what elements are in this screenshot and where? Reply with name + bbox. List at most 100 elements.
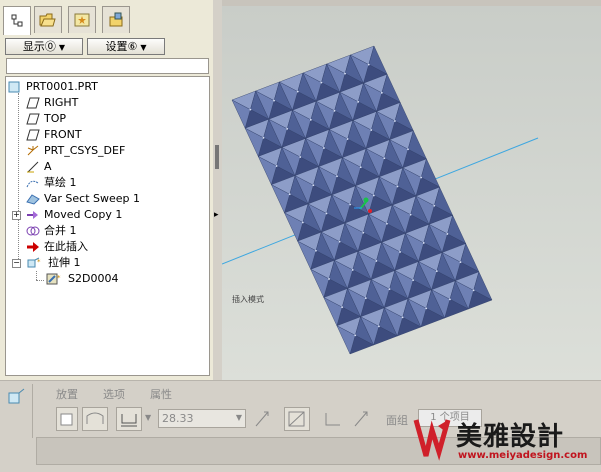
remove-material-button[interactable] (284, 407, 310, 431)
surface-cell-apex (362, 231, 365, 234)
surface-cell-apex (359, 166, 362, 169)
sweep-icon (26, 193, 40, 205)
connections-icon (109, 12, 123, 27)
splitter-grip[interactable] (215, 145, 219, 169)
moved-copy-icon (26, 209, 40, 221)
solid-button[interactable] (56, 407, 78, 431)
part-icon (8, 81, 22, 93)
surface-cell-apex (401, 316, 404, 319)
tree-item-label: TOP (44, 112, 67, 125)
surface-cell-apex (435, 270, 438, 273)
depth-value-field[interactable]: 28.33 ▼ (158, 409, 246, 428)
model-tree-icon (11, 14, 23, 27)
surface-cell-apex (357, 100, 360, 103)
svg-text:*: * (37, 258, 41, 266)
surface-cell-apex (449, 298, 451, 301)
surface-button[interactable] (82, 407, 108, 431)
tree-filter-field[interactable] (6, 58, 209, 74)
surface-cell-apex (336, 175, 338, 178)
panel-splitter[interactable]: ▸ (213, 0, 222, 380)
surface-cell-apex (275, 165, 278, 167)
tree-item-label: 拉伸 1 (48, 256, 81, 269)
surface-cell-apex (380, 91, 383, 94)
watermark-logo: 美雅設計 www.meiyadesign.com (412, 412, 601, 469)
svg-text:*: * (57, 274, 61, 282)
tab-placement[interactable]: 放置 (56, 386, 78, 402)
tree-item-label: 在此插入 (44, 240, 88, 253)
surface-icon (86, 412, 104, 424)
tree-connector (36, 280, 44, 281)
surface-cell-apex (301, 221, 304, 224)
surface-cell-apex (312, 184, 315, 187)
surface-cell-apex (394, 120, 396, 122)
graphics-viewport[interactable]: 插入模式 (222, 6, 601, 380)
axis-icon (26, 161, 40, 173)
connections-tab[interactable] (102, 6, 130, 33)
merge-icon (26, 225, 40, 237)
tab-options[interactable]: 选项 (103, 386, 125, 402)
surface-cell-apex (399, 251, 401, 253)
thicken-flip-icon[interactable] (352, 409, 372, 432)
dropdown-arrow-icon: ▼ (140, 43, 147, 52)
remove-material-icon (288, 411, 305, 427)
favorites-tab[interactable] (68, 6, 96, 33)
surface-cell-apex (367, 63, 370, 66)
model-scene (222, 45, 539, 355)
surface-cell-apex (333, 109, 336, 112)
tree-item-label: 合并 1 (44, 224, 77, 237)
csys-icon (26, 145, 40, 157)
surface-cell-apex (346, 138, 349, 140)
surface-cell-apex (351, 269, 354, 271)
surface-cell-apex (273, 99, 275, 102)
surface-cell-apex (344, 72, 346, 75)
surface-cell-apex (412, 279, 415, 282)
insert-mode-annotation: 插入模式 (232, 295, 264, 304)
datum-plane-icon (26, 97, 40, 109)
show-button-label: 显示⓪ (22, 40, 56, 53)
csys-x-marker (368, 209, 372, 213)
flip-direction-icon[interactable] (253, 409, 271, 432)
surface-cell-apex (338, 240, 341, 243)
surface-cell-apex (320, 81, 323, 84)
tree-item-label: A (44, 160, 52, 173)
watermark-brand: 美雅設計 (456, 422, 565, 452)
surface-cell-apex (472, 289, 475, 292)
tree-item-label: FRONT (44, 128, 82, 141)
extrude-icon: * (26, 257, 41, 269)
surface-cell-apex (433, 204, 436, 207)
tree-item-label: RIGHT (44, 96, 79, 109)
datum-plane-icon (26, 113, 40, 125)
surface-cell-apex (378, 325, 380, 328)
surface-cell-apex (262, 136, 265, 139)
tab-properties[interactable]: 属性 (150, 386, 172, 402)
tree-item-label: Var Sect Sweep 1 (44, 192, 141, 205)
surface-cell-apex (446, 233, 449, 235)
surface-cell-apex (425, 307, 428, 310)
collapse-arrow-icon[interactable]: ▸ (214, 210, 219, 220)
folder-icon (39, 13, 56, 27)
collapse-toggle[interactable]: − (12, 259, 21, 268)
dropdown-arrow-icon: ▼ (58, 43, 66, 52)
depth-option-button[interactable] (116, 407, 142, 431)
divider (32, 384, 33, 438)
depth-option-arrow-icon[interactable]: ▼ (145, 413, 151, 422)
expand-toggle[interactable]: + (12, 211, 21, 220)
folder-browser-tab[interactable] (34, 6, 62, 33)
navigator-panel: 显示⓪ ▼ 设置⑥ ▼ PRT0001.PRT RIGHT TOP FRONT PR… (0, 0, 213, 380)
settings-button-label: 设置⑥ (105, 40, 138, 53)
surface-cell-apex (388, 288, 391, 291)
model-tree-tab[interactable] (3, 6, 31, 35)
tree-item-label: Moved Copy 1 (44, 208, 123, 221)
extrude-dashboard-icon (6, 387, 26, 410)
surface-cell-apex (459, 261, 462, 264)
surface-cell-apex (288, 193, 291, 196)
tree-connector (36, 271, 37, 280)
surface-cell-apex (386, 222, 388, 225)
surface-cell-apex (309, 118, 312, 121)
thicken-sketch-icon[interactable] (322, 409, 344, 432)
show-dropdown-button[interactable]: 显示⓪ ▼ (5, 38, 83, 55)
surface-cell-apex (323, 147, 325, 149)
tree-item-label: PRT_CSYS_DEF (44, 144, 126, 157)
surface-cell-apex (370, 129, 373, 131)
settings-dropdown-button[interactable]: 设置⑥ ▼ (87, 38, 165, 55)
